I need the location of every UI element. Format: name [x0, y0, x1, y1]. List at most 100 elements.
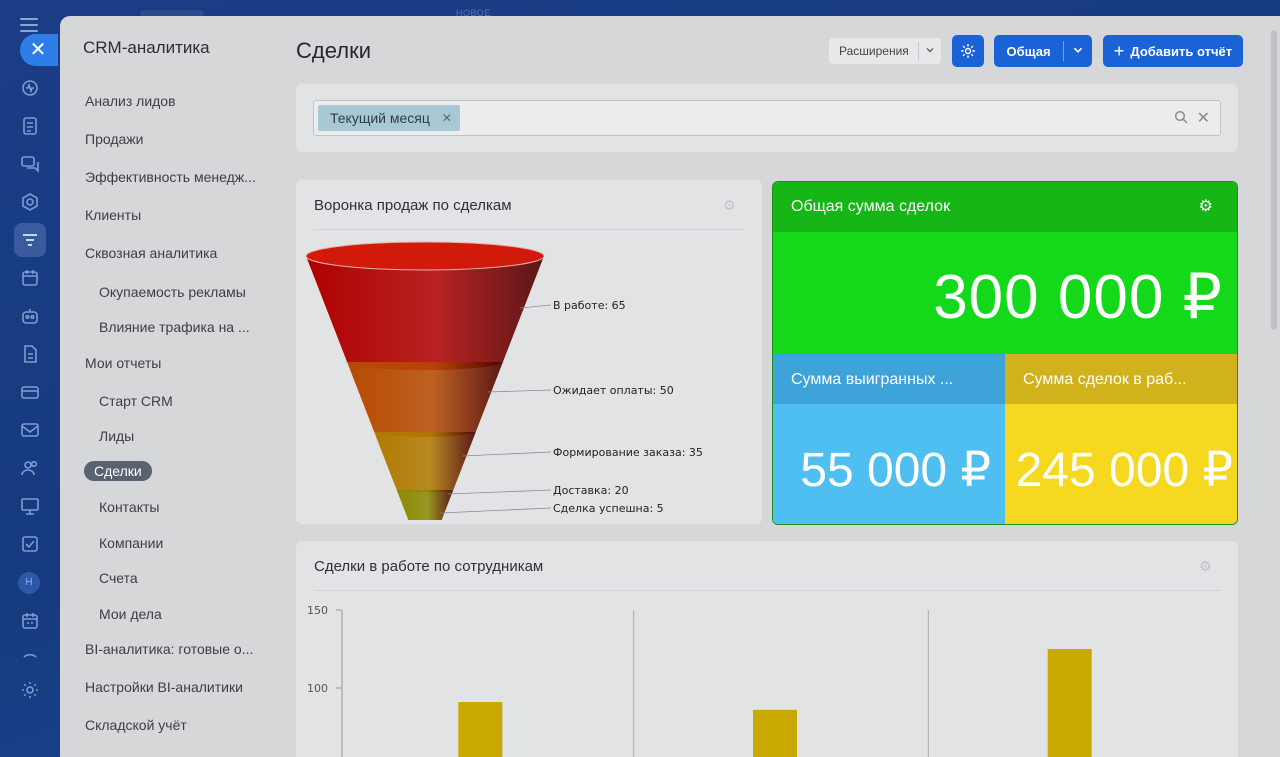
remove-tag-icon[interactable]: ✕: [442, 111, 452, 125]
funnel-segment[interactable]: [347, 362, 503, 438]
funnel-widget: Воронка продаж по сделкам ⚙ В работе: 65…: [296, 180, 762, 524]
sidebar-item-leads-analysis[interactable]: Анализ лидов: [85, 93, 176, 109]
inwork-sum-value: 245 000 ₽: [1015, 444, 1233, 497]
presentation-icon[interactable]: [19, 495, 41, 517]
calendar-icon[interactable]: [19, 267, 41, 289]
activity-icon[interactable]: [19, 77, 41, 99]
inwork-sum-body: 245 000 ₽: [1005, 404, 1237, 524]
sidebar-item-clients[interactable]: Клиенты: [85, 207, 141, 223]
won-sum-header: Сумма выигранных ...: [773, 354, 1005, 404]
inwork-sum-title: Сумма сделок в раб...: [1023, 371, 1187, 388]
calendar-2-icon[interactable]: [19, 610, 41, 632]
close-button[interactable]: ✕: [20, 34, 58, 66]
document-icon[interactable]: [19, 343, 41, 365]
sidebar-title: CRM-аналитика: [83, 38, 210, 57]
filter-bar: Текущий месяц ✕ ✕: [296, 84, 1238, 152]
sidebar-item-bi-settings[interactable]: Настройки BI-аналитики: [85, 679, 243, 695]
funnel-label: Формирование заказа: 35: [553, 446, 703, 459]
employees-chart-widget: Сделки в работе по сотрудникам ⚙ 1501005…: [296, 541, 1238, 757]
funnel-title: Воронка продаж по сделкам: [314, 197, 512, 214]
bar[interactable]: [458, 702, 503, 757]
y-tick-label: 100: [307, 682, 328, 695]
funnel-leader-line: [462, 451, 552, 457]
sidebar-item-companies[interactable]: Компании: [99, 535, 163, 551]
add-report-button[interactable]: + Добавить отчёт: [1103, 35, 1243, 67]
funnel-leader-line: [447, 489, 552, 495]
mail-icon[interactable]: [19, 419, 41, 441]
funnel-segment[interactable]: [306, 256, 544, 372]
funnel-label: Сделка успешна: 5: [553, 502, 664, 515]
total-sum-body: 300 000 ₽: [773, 232, 1237, 354]
funnel-leader-line: [440, 507, 552, 514]
crm-analytics-panel: CRM-аналитика Анализ лидов Продажи Эффек…: [60, 16, 1280, 757]
filter-tag-label: Текущий месяц: [330, 110, 430, 126]
users-icon[interactable]: [19, 457, 41, 479]
sidebar-item-sales[interactable]: Продажи: [85, 131, 143, 147]
settings-icon[interactable]: [19, 679, 41, 701]
funnel-segment[interactable]: [374, 432, 476, 494]
plus-icon: +: [1113, 41, 1125, 61]
hexagon-icon[interactable]: [19, 191, 41, 213]
sidebar-item-warehouse[interactable]: Складской учёт: [85, 717, 187, 733]
sidebar-item-my-reports[interactable]: Мои отчеты: [85, 355, 161, 371]
sidebar-item-end-to-end[interactable]: Сквозная аналитика: [85, 245, 217, 261]
left-rail: ✕ Н: [0, 0, 58, 757]
won-sum-title: Сумма выигранных ...: [791, 371, 954, 388]
y-tick-label: 150: [307, 604, 328, 617]
won-sum-body: 55 000 ₽: [773, 404, 1005, 524]
inwork-sum-header: Сумма сделок в раб...: [1005, 354, 1237, 404]
funnel-leader-line: [487, 389, 552, 393]
funnel-icon[interactable]: [19, 229, 41, 251]
chevron-down-icon: [919, 45, 941, 58]
clear-icon[interactable]: ✕: [1197, 108, 1210, 128]
gear-icon[interactable]: ⚙: [1199, 196, 1213, 216]
sidebar-item-bi-analytics[interactable]: BI-аналитика: готовые о...: [85, 641, 253, 657]
bar[interactable]: [1047, 649, 1092, 757]
funnel-segment[interactable]: [396, 490, 454, 520]
search-icon[interactable]: [1174, 110, 1188, 129]
sidebar-item-traffic-influence[interactable]: Влияние трафика на ...: [99, 319, 250, 335]
gear-icon[interactable]: ⚙: [723, 197, 736, 214]
general-board-button[interactable]: Общая: [994, 35, 1092, 67]
chevron-down-icon[interactable]: [1064, 44, 1092, 59]
sidebar-item-my-activities[interactable]: Мои дела: [99, 606, 162, 622]
gear-icon[interactable]: ⚙: [1199, 558, 1212, 575]
collapse-icon[interactable]: [19, 645, 41, 667]
total-sum-title: Общая сумма сделок: [791, 198, 951, 215]
filter-tag[interactable]: Текущий месяц ✕: [318, 105, 460, 131]
won-sum-value: 55 000 ₽: [800, 444, 991, 497]
tasks-icon[interactable]: [19, 115, 41, 137]
add-report-label: Добавить отчёт: [1130, 43, 1233, 59]
sidebar-item-manager-efficiency[interactable]: Эффективность менедж...: [85, 169, 256, 185]
robot-icon[interactable]: [19, 305, 41, 327]
sidebar-item-leads[interactable]: Лиды: [99, 428, 134, 444]
funnel-label: Ожидает оплаты: 50: [553, 384, 674, 397]
extensions-label: Расширения: [839, 44, 909, 58]
funnel-top: [305, 241, 545, 271]
scrollbar[interactable]: [1271, 30, 1277, 330]
page-title: Сделки: [296, 38, 371, 63]
card-icon[interactable]: [19, 381, 41, 403]
funnel-label: Доставка: 20: [553, 484, 629, 497]
bar[interactable]: [753, 709, 797, 757]
funnel-chart: В работе: 65 Ожидает оплаты: 50 Формирован…: [305, 241, 703, 520]
main-content: Сделки Расширения Общая + Добавить отчёт: [296, 16, 1280, 757]
sidebar-item-deals[interactable]: Сделки: [84, 461, 152, 481]
sidebar-item-start-crm[interactable]: Старт CRM: [99, 393, 173, 409]
menu-icon[interactable]: [20, 18, 38, 32]
filter-input[interactable]: Текущий месяц ✕ ✕: [313, 100, 1221, 136]
checkbox-icon[interactable]: [19, 533, 41, 555]
employees-chart-title: Сделки в работе по сотрудникам: [314, 558, 544, 575]
total-sum-value: 300 000 ₽: [933, 263, 1223, 332]
sidebar-item-contacts[interactable]: Контакты: [99, 499, 159, 515]
avatar[interactable]: Н: [18, 572, 40, 594]
chat-icon[interactable]: [19, 153, 41, 175]
settings-button[interactable]: [952, 35, 984, 67]
total-sum-widget: Общая сумма сделок ⚙ 300 000 ₽ Сумма выи…: [772, 181, 1238, 525]
general-label: Общая: [1006, 43, 1051, 59]
gear-icon: [961, 44, 975, 58]
employees-bar-chart: 15010050: [307, 604, 1092, 757]
sidebar-item-ad-roi[interactable]: Окупаемость рекламы: [99, 284, 246, 300]
extensions-button[interactable]: Расширения: [829, 38, 941, 64]
sidebar-item-invoices[interactable]: Счета: [99, 570, 138, 586]
